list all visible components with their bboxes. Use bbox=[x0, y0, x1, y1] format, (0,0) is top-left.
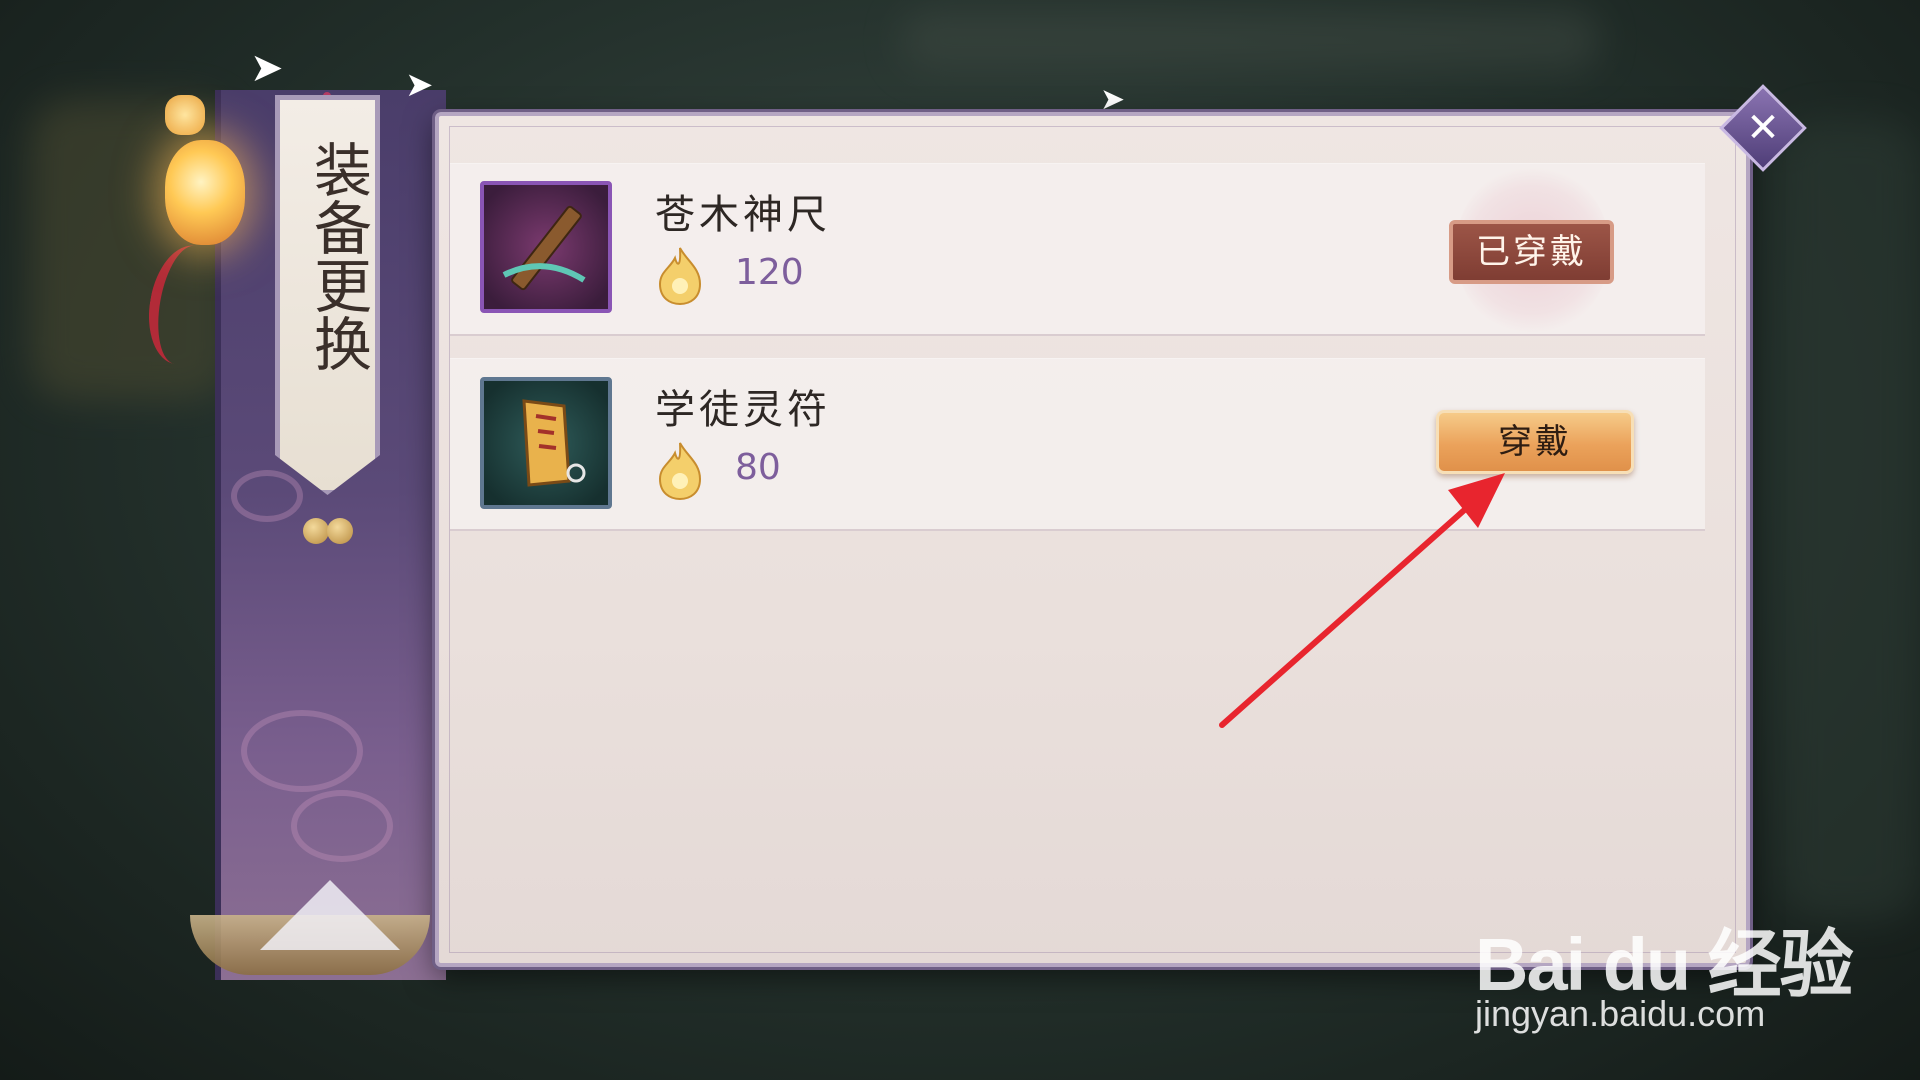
mountain-decoration bbox=[260, 880, 400, 950]
baidu-watermark: Bai du 经验 jingyan.baidu.com bbox=[1475, 905, 1854, 1034]
watermark-url: jingyan.baidu.com bbox=[1475, 993, 1766, 1034]
